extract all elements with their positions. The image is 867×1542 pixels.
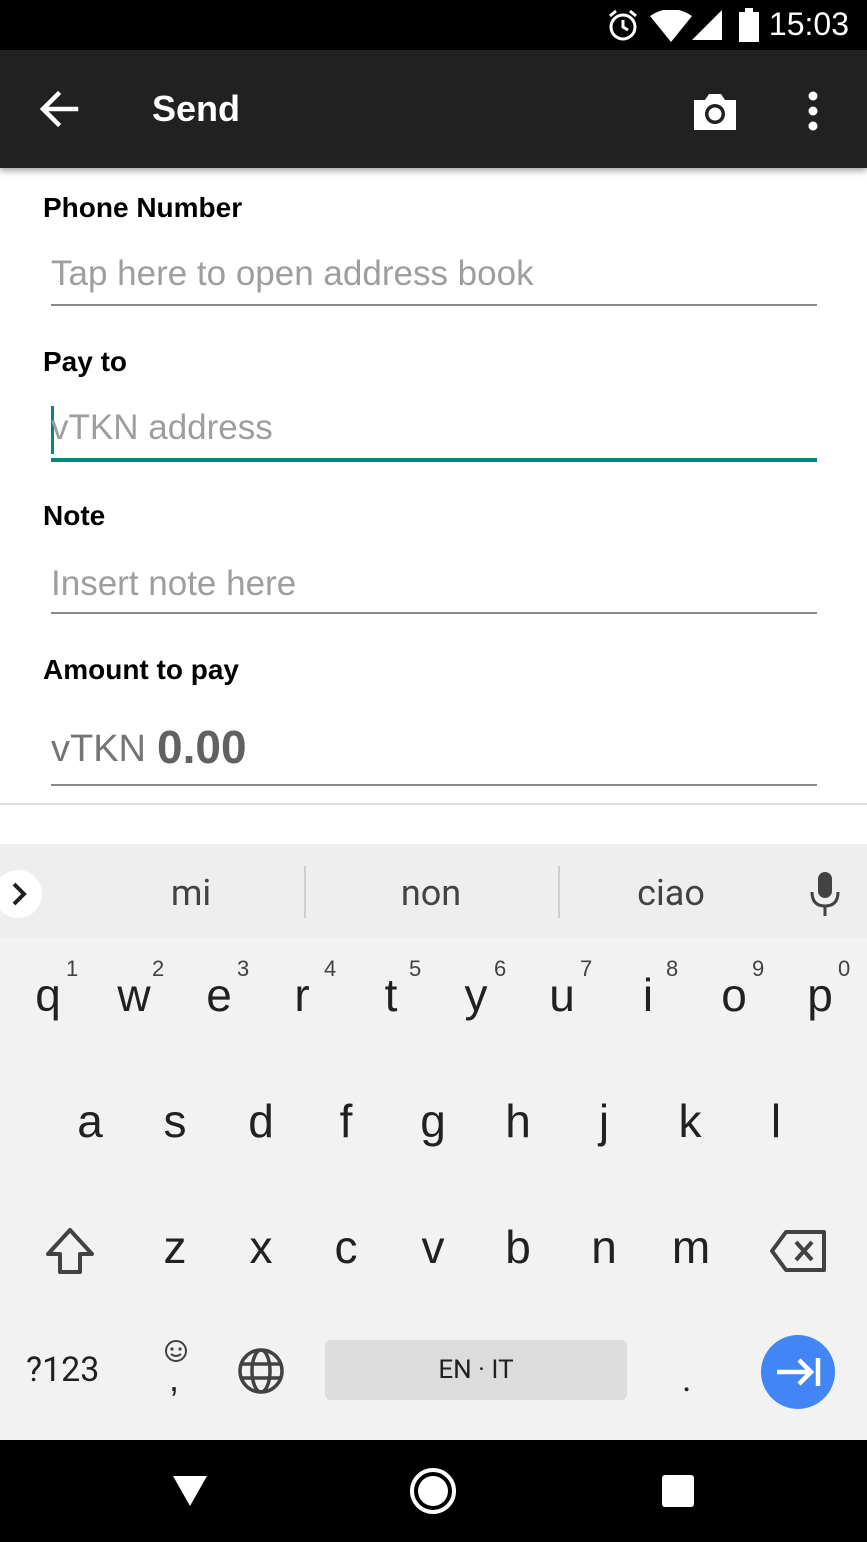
recents-square-icon[interactable] <box>660 1473 696 1509</box>
key-l[interactable]: l <box>746 1094 806 1184</box>
battery-icon <box>739 8 759 42</box>
status-bar: 15:03 <box>0 0 867 50</box>
amount-value: 0.00 <box>157 721 247 773</box>
key-k[interactable]: k <box>660 1094 720 1184</box>
cell-signal-icon <box>692 10 722 40</box>
camera-icon[interactable] <box>690 86 740 136</box>
pay-to-input[interactable]: vTKN address <box>51 400 817 462</box>
key-y[interactable]: y6 <box>446 956 507 1058</box>
key-j[interactable]: j <box>574 1094 634 1184</box>
key-t[interactable]: t5 <box>361 956 422 1058</box>
chevron-right-icon <box>12 882 27 906</box>
emoji-comma-key[interactable]: , <box>156 1334 196 1404</box>
key-g[interactable]: g <box>403 1094 463 1184</box>
amount-label: Amount to pay <box>43 654 239 685</box>
suggestion-separator <box>304 866 306 918</box>
key-e[interactable]: e3 <box>189 956 249 1058</box>
key-n[interactable]: n <box>574 1220 634 1310</box>
system-nav-bar <box>0 1440 867 1542</box>
backspace-key[interactable] <box>768 1226 830 1282</box>
key-u[interactable]: u7 <box>532 956 592 1058</box>
key-s[interactable]: s <box>145 1094 205 1184</box>
phone-number-placeholder: Tap here to open address book <box>51 254 534 293</box>
key-z[interactable]: z <box>145 1220 205 1310</box>
key-b[interactable]: b <box>488 1220 548 1310</box>
key-q[interactable]: q1 <box>18 956 78 1058</box>
clock: 15:03 <box>768 6 849 42</box>
alarm-icon <box>609 9 637 41</box>
amount-currency: vTKN <box>51 728 146 770</box>
phone-number-label: Phone Number <box>43 192 243 223</box>
note-placeholder: Insert note here <box>51 564 297 603</box>
send-form: Phone Number Tap here to open address bo… <box>0 168 867 844</box>
back-triangle-icon[interactable] <box>170 1472 210 1510</box>
shift-key[interactable] <box>38 1224 102 1288</box>
key-v[interactable]: v <box>403 1220 463 1310</box>
suggestion-2[interactable]: non <box>331 872 531 914</box>
backspace-icon <box>770 1230 826 1272</box>
next-field-button[interactable] <box>761 1335 835 1409</box>
page-title: Send <box>152 88 241 129</box>
overflow-menu-icon[interactable] <box>796 86 830 136</box>
tab-next-icon <box>777 1358 821 1386</box>
space-bar[interactable]: EN · IT <box>325 1340 627 1400</box>
home-circle-icon[interactable] <box>408 1466 458 1516</box>
key-f[interactable]: f <box>316 1094 376 1184</box>
suggestion-1[interactable]: mi <box>91 872 291 914</box>
comma-char: , <box>169 1358 180 1399</box>
phone-number-input[interactable]: Tap here to open address book <box>51 248 817 306</box>
note-label: Note <box>43 500 106 531</box>
key-o[interactable]: o9 <box>704 956 764 1058</box>
shift-icon <box>46 1228 94 1274</box>
symbols-key[interactable]: ?123 <box>26 1350 99 1390</box>
amount-input[interactable]: vTKN 0.00 <box>51 710 817 786</box>
suggestion-separator <box>558 866 560 918</box>
microphone-icon[interactable] <box>808 870 842 918</box>
pay-to-label: Pay to <box>43 346 128 377</box>
key-c[interactable]: c <box>316 1220 376 1310</box>
pay-to-placeholder: vTKN address <box>51 408 273 447</box>
key-i[interactable]: i8 <box>618 956 678 1058</box>
key-a[interactable]: a <box>60 1094 120 1184</box>
app-toolbar: Send <box>0 50 867 168</box>
key-w[interactable]: w2 <box>104 956 164 1058</box>
period-key[interactable]: . <box>682 1358 692 1400</box>
back-arrow-icon[interactable] <box>34 84 84 134</box>
key-h[interactable]: h <box>488 1094 548 1184</box>
suggestion-strip: mi non ciao <box>0 844 867 938</box>
divider <box>0 803 867 805</box>
key-x[interactable]: x <box>231 1220 291 1310</box>
language-key[interactable] <box>236 1346 286 1396</box>
key-m[interactable]: m <box>656 1220 726 1310</box>
key-p[interactable]: p0 <box>790 956 850 1058</box>
note-input[interactable]: Insert note here <box>51 556 817 614</box>
key-d[interactable]: d <box>231 1094 291 1184</box>
key-r[interactable]: r4 <box>272 956 336 1058</box>
expand-suggestions-button[interactable] <box>0 870 42 918</box>
soft-keyboard: mi non ciao q1 w2 e3 r4 t5 y6 u7 i8 o9 p… <box>0 844 867 1440</box>
wifi-icon <box>650 10 692 42</box>
suggestion-3[interactable]: ciao <box>571 872 771 914</box>
globe-icon <box>238 1348 284 1394</box>
